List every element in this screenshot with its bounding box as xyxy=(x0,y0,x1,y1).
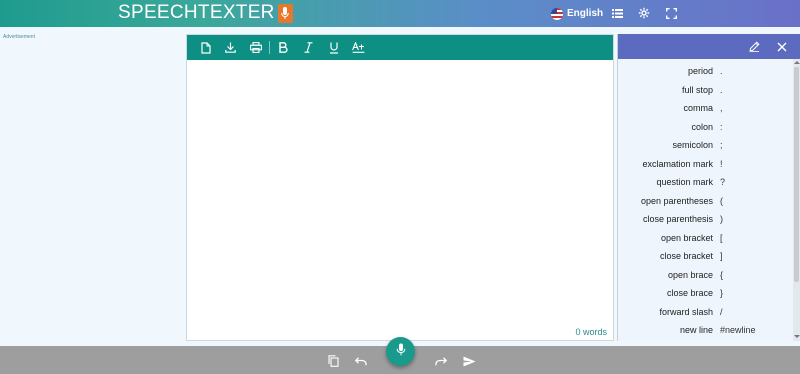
command-row[interactable]: period. xyxy=(618,62,794,80)
scrollbar[interactable] xyxy=(793,59,800,341)
scroll-up-arrow-icon[interactable] xyxy=(794,61,800,64)
command-row[interactable]: open parentheses ( xyxy=(618,192,794,210)
language-label: English xyxy=(567,8,604,19)
command-name: open bracket xyxy=(660,232,713,243)
command-name: open parentheses xyxy=(640,195,713,206)
microphone-icon xyxy=(396,343,406,361)
command-name: new line xyxy=(679,325,713,335)
command-row[interactable]: forward slash / xyxy=(618,303,794,321)
command-value: . xyxy=(720,66,723,76)
command-name: semicolon xyxy=(672,140,713,150)
italic-icon[interactable] xyxy=(296,35,321,60)
command-value: / xyxy=(720,306,723,317)
download-icon[interactable] xyxy=(218,35,243,60)
toolbar-divider xyxy=(269,41,270,54)
close-icon[interactable] xyxy=(773,38,790,55)
scroll-down-arrow-icon[interactable] xyxy=(794,335,800,338)
send-icon[interactable] xyxy=(461,353,477,369)
command-row[interactable]: close parenthesis) xyxy=(618,210,794,228)
command-list: period. full stop. comma, colon: semicolon; e… xyxy=(618,59,794,341)
logo[interactable]: SPEECHTEXTER xyxy=(118,2,293,24)
command-value: ! xyxy=(720,158,723,169)
command-name: colon xyxy=(691,121,713,132)
command-name: question mark xyxy=(656,177,713,187)
command-name: period xyxy=(687,66,713,76)
editor-toolbar xyxy=(187,35,613,60)
command-value: ( xyxy=(720,195,723,206)
text-editor[interactable]: 0 words xyxy=(186,34,614,341)
command-row[interactable]: comma, xyxy=(618,99,794,117)
command-row[interactable]: exclamation mark! xyxy=(618,155,794,173)
panel-header xyxy=(618,34,800,59)
word-count: 0 words xyxy=(575,327,607,337)
logo-microphone-icon xyxy=(277,3,293,23)
command-row[interactable]: close bracket] xyxy=(618,247,794,265)
underline-icon[interactable] xyxy=(321,35,346,60)
command-name: close parenthesis xyxy=(642,214,713,224)
command-row[interactable]: new line #newline xyxy=(618,321,794,339)
command-row[interactable]: close brace} xyxy=(618,284,794,302)
command-value: . xyxy=(720,84,723,95)
gear-icon[interactable] xyxy=(635,4,653,22)
command-name: exclamation mark xyxy=(642,158,713,169)
command-value: ; xyxy=(720,140,723,150)
command-value: [ xyxy=(720,232,723,243)
bold-icon[interactable] xyxy=(271,35,296,60)
command-name: full stop xyxy=(681,84,713,95)
undo-icon[interactable] xyxy=(353,353,369,369)
app-header: SPEECHTEXTER English xyxy=(0,0,800,27)
fullscreen-icon[interactable] xyxy=(662,4,680,22)
language-selector[interactable]: English xyxy=(551,0,603,27)
command-row[interactable]: open brace { xyxy=(618,266,794,284)
command-name: comma xyxy=(683,103,713,113)
flag-us-icon xyxy=(551,7,563,20)
advertisement-label: Advertisement xyxy=(3,34,35,40)
redo-icon[interactable] xyxy=(433,353,449,369)
command-value: ) xyxy=(720,214,723,224)
command-row[interactable]: colon: xyxy=(618,118,794,136)
list-icon[interactable] xyxy=(608,4,626,22)
command-name: close bracket xyxy=(659,251,713,261)
command-value: , xyxy=(720,103,723,113)
voice-commands-panel: period. full stop. comma, colon: semicolon; e… xyxy=(617,34,800,341)
command-value: #newline xyxy=(720,325,756,335)
command-value: ? xyxy=(720,177,726,187)
command-row[interactable]: full stop. xyxy=(618,81,794,99)
print-icon[interactable] xyxy=(243,35,268,60)
text-format-icon[interactable] xyxy=(346,35,371,60)
edit-icon[interactable] xyxy=(746,38,763,55)
command-row[interactable]: question mark? xyxy=(618,173,794,191)
copy-icon[interactable] xyxy=(325,353,341,369)
command-row[interactable]: semicolon; xyxy=(618,136,794,154)
command-value: ] xyxy=(720,251,723,261)
microphone-button[interactable] xyxy=(386,337,415,366)
command-value: { xyxy=(720,269,724,280)
command-name: forward slash xyxy=(659,306,713,317)
scrollbar-thumb[interactable] xyxy=(794,67,799,282)
new-document-icon[interactable] xyxy=(193,35,218,60)
command-row[interactable]: open bracket [ xyxy=(618,229,794,247)
command-value: } xyxy=(720,288,724,298)
command-value: : xyxy=(720,121,723,132)
command-name: open brace xyxy=(667,269,713,280)
command-name: close brace xyxy=(666,288,713,298)
logo-text: SPEECHTEXTER xyxy=(118,2,275,23)
